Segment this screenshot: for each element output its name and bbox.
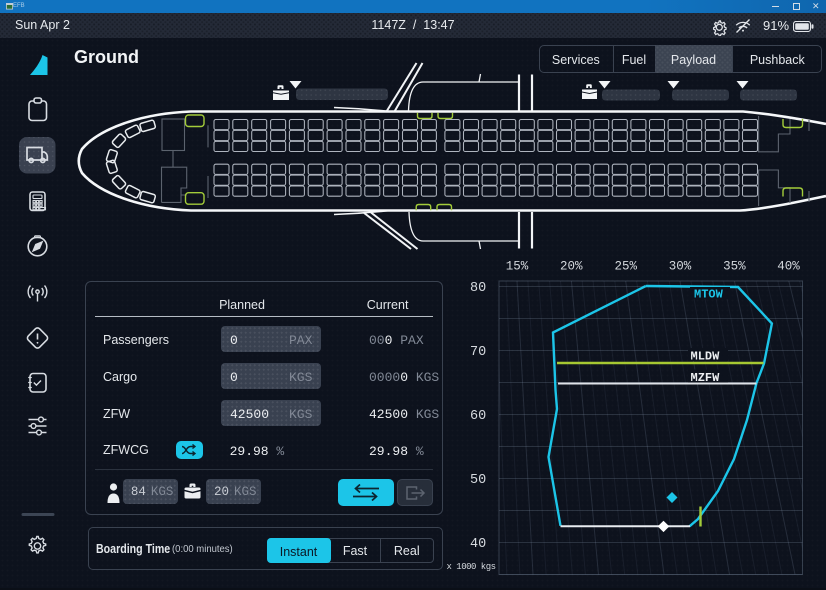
svg-text:x 1000 kgs: x 1000 kgs — [447, 562, 496, 572]
svg-text:MTOW: MTOW — [694, 288, 724, 302]
svg-text:MZFW: MZFW — [691, 371, 721, 385]
svg-text:30%: 30% — [669, 260, 692, 274]
svg-text:25%: 25% — [614, 260, 637, 274]
svg-text:35%: 35% — [723, 260, 746, 274]
svg-text:40: 40 — [470, 537, 486, 552]
svg-text:40%: 40% — [777, 260, 800, 274]
svg-text:60: 60 — [470, 409, 486, 424]
svg-text:MLDW: MLDW — [691, 350, 721, 364]
svg-text:20%: 20% — [560, 260, 583, 274]
svg-text:80: 80 — [470, 281, 486, 296]
svg-text:50: 50 — [470, 473, 486, 488]
svg-text:15%: 15% — [506, 260, 529, 274]
svg-text:70: 70 — [470, 345, 486, 360]
